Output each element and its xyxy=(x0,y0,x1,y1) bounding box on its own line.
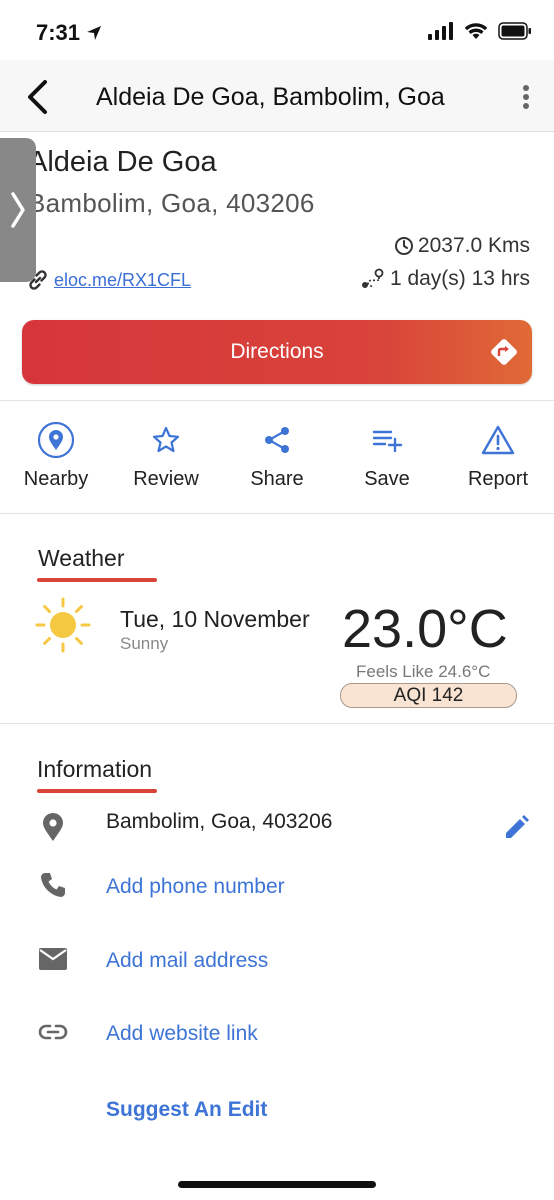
dot-icon xyxy=(523,103,529,109)
dot-icon xyxy=(523,85,529,91)
website-icon-wrap xyxy=(38,1017,68,1047)
star-icon xyxy=(152,426,180,453)
duration-info: 1 day(s) 13 hrs xyxy=(360,267,530,291)
eloc-link-text[interactable]: eloc.me/RX1CFL xyxy=(54,270,191,291)
location-pin-icon xyxy=(43,813,63,841)
weather-date: Tue, 10 November xyxy=(120,606,310,632)
aqi-badge: AQI 142 xyxy=(340,683,517,708)
back-arrow-icon xyxy=(28,80,47,114)
sun-icon xyxy=(35,597,91,653)
information-title-underline xyxy=(37,789,157,793)
warning-icon xyxy=(481,425,515,455)
dot-icon xyxy=(523,94,529,100)
phone-icon xyxy=(41,873,65,897)
home-indicator[interactable] xyxy=(178,1181,376,1188)
nearby-label: Nearby xyxy=(23,468,89,490)
chevron-right-icon xyxy=(11,192,25,228)
weather-section-title: Weather xyxy=(38,545,125,571)
link-icon xyxy=(38,1024,68,1040)
route-icon xyxy=(361,268,384,288)
review-button[interactable]: Review xyxy=(111,418,221,491)
report-button[interactable]: Report xyxy=(443,418,553,491)
information-section-title: Information xyxy=(37,756,153,782)
phone-icon-wrap xyxy=(38,870,68,900)
location-pin-icon xyxy=(37,421,75,459)
eloc-link[interactable]: eloc.me/RX1CFL xyxy=(26,268,191,292)
save-label: Save xyxy=(364,468,410,490)
save-button[interactable]: Save xyxy=(332,418,442,491)
edit-address-button[interactable] xyxy=(502,814,530,842)
duration-value: 1 day(s) 13 hrs xyxy=(389,267,530,290)
add-website-link[interactable]: Add website link xyxy=(106,1022,258,1046)
directions-button[interactable]: Directions xyxy=(22,320,532,384)
suggest-edit-link[interactable]: Suggest An Edit xyxy=(106,1098,267,1122)
place-address: Bambolim, Goa, 403206 xyxy=(28,188,315,218)
battery-icon xyxy=(498,22,531,40)
nearby-button[interactable]: Nearby xyxy=(1,418,111,491)
status-icons xyxy=(428,22,532,40)
place-name: Aldeia De Goa xyxy=(28,146,217,178)
directions-icon xyxy=(491,339,517,365)
temperature: 23.0°C xyxy=(342,599,508,659)
distance-info: 2037.0 Kms xyxy=(394,234,530,258)
divider xyxy=(0,513,554,514)
signal-icon xyxy=(428,22,453,40)
add-mail-link[interactable]: Add mail address xyxy=(106,949,268,973)
directions-label: Directions xyxy=(230,340,324,363)
weather-condition: Sunny xyxy=(120,634,169,653)
side-panel-handle[interactable] xyxy=(0,138,36,282)
action-row: Nearby Review Share Save Report xyxy=(0,418,554,498)
share-label: Share xyxy=(250,468,304,490)
pencil-icon xyxy=(506,815,529,838)
link-icon xyxy=(29,270,47,290)
weather-title-underline xyxy=(37,578,157,582)
header-title: Aldeia De Goa, Bambolim, Goa xyxy=(96,83,445,111)
info-address: Bambolim, Goa, 403206 xyxy=(106,810,333,833)
mail-icon-wrap xyxy=(38,944,68,974)
clock-icon xyxy=(394,237,413,255)
divider xyxy=(0,400,554,401)
location-arrow-icon xyxy=(87,26,102,40)
divider xyxy=(0,723,554,724)
mail-icon xyxy=(39,948,67,970)
review-label: Review xyxy=(133,468,199,490)
add-phone-link[interactable]: Add phone number xyxy=(106,875,285,899)
playlist-add-icon xyxy=(372,430,403,453)
report-label: Report xyxy=(467,468,529,490)
share-button[interactable]: Share xyxy=(222,418,332,491)
distance-value: 2037.0 Kms xyxy=(417,234,530,257)
wifi-icon xyxy=(464,23,488,39)
back-button[interactable] xyxy=(20,78,54,116)
feels-like: Feels Like 24.6°C xyxy=(356,662,491,681)
share-icon xyxy=(265,427,289,453)
more-options-button[interactable] xyxy=(516,82,536,112)
status-time: 7:31 xyxy=(36,20,102,46)
address-pin-icon xyxy=(38,812,68,842)
